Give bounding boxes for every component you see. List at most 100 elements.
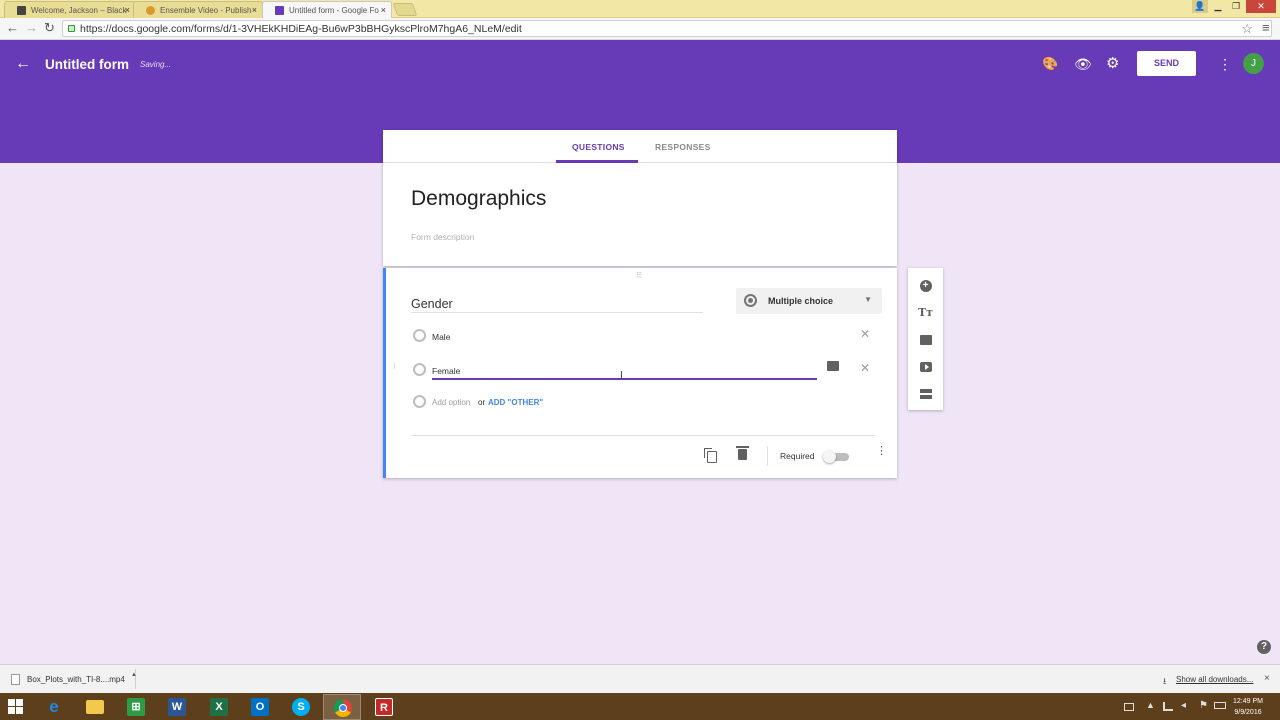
tab-responses[interactable]: RESPONSES	[655, 142, 711, 152]
network-icon[interactable]	[1163, 702, 1173, 711]
form-doc-title[interactable]: Untitled form	[45, 57, 129, 72]
back-icon[interactable]: ←	[6, 21, 19, 35]
taskbar-file-explorer[interactable]	[76, 694, 114, 720]
form-title-field[interactable]: Demographics	[411, 187, 546, 211]
browser-tab-strip: Welcome, Jackson – Black × Ensemble Vide…	[0, 0, 1280, 18]
option-radio-icon	[413, 395, 426, 408]
blackboard-favicon-icon	[17, 6, 26, 15]
browser-tab-ensemble[interactable]: Ensemble Video - Publish ×	[133, 1, 263, 18]
forward-icon[interactable]: →	[25, 21, 38, 35]
required-toggle-knob[interactable]	[823, 450, 836, 463]
remove-option-icon[interactable]: ✕	[860, 327, 870, 341]
option-drag-handle-icon[interactable]: ⁝	[393, 362, 396, 371]
close-tab-icon[interactable]: ×	[381, 5, 386, 15]
browser-toolbar: ← → ↻ https://docs.google.com/forms/d/1-…	[0, 18, 1280, 40]
bookmark-star-icon[interactable]: ☆	[1241, 21, 1253, 37]
option-input-female[interactable]: Female	[432, 366, 460, 376]
folder-icon	[86, 700, 104, 714]
close-window-button[interactable]: ✕	[1246, 0, 1276, 13]
back-arrow-icon[interactable]: ←	[15, 55, 31, 73]
add-section-button[interactable]	[908, 380, 943, 406]
question-card[interactable]: ⠿ Gender Multiple choice ▼ Male ✕ ⁝ Fema…	[383, 268, 897, 478]
option-input-male[interactable]: Male	[432, 332, 450, 342]
secure-lock-icon	[68, 25, 75, 32]
flag-icon[interactable]: ⚑	[1199, 700, 1208, 711]
download-menu-caret-icon[interactable]: ▲	[131, 672, 137, 678]
remove-option-icon[interactable]: ✕	[860, 361, 870, 375]
palette-icon[interactable]: 🎨	[1042, 56, 1058, 72]
tray-chevron-icon[interactable]: ▲	[1146, 700, 1155, 710]
side-toolbar: + Tт	[908, 268, 943, 410]
account-avatar[interactable]: J	[1243, 53, 1264, 74]
add-other-link[interactable]: ADD "OTHER"	[488, 398, 543, 407]
internet-explorer-icon: e	[49, 697, 59, 716]
taskbar-internet-explorer[interactable]: e	[35, 694, 73, 720]
close-tab-icon[interactable]: ×	[252, 5, 257, 15]
maximize-button[interactable]: ❐	[1229, 0, 1243, 13]
question-more-icon[interactable]: ⋮	[876, 446, 887, 457]
close-download-bar-icon[interactable]: ×	[1264, 673, 1270, 684]
address-bar[interactable]: https://docs.google.com/forms/d/1-3VHEkK…	[62, 20, 1272, 37]
question-type-dropdown[interactable]: Multiple choice ▼	[736, 288, 882, 314]
keyboard-icon[interactable]	[1124, 703, 1134, 711]
send-button[interactable]: SEND	[1137, 51, 1196, 76]
minimize-button[interactable]: ▁	[1211, 0, 1225, 13]
chrome-menu-icon[interactable]: ≡	[1262, 21, 1270, 35]
add-circle-icon: +	[919, 279, 932, 292]
question-type-label: Multiple choice	[768, 296, 834, 306]
drag-handle-icon[interactable]: ⠿	[636, 271, 643, 280]
recorder-icon: R	[375, 698, 393, 716]
download-file-name: Box_Plots_with_TI-8....mp4	[27, 675, 125, 684]
text-cursor-icon: I	[620, 370, 623, 381]
add-video-button[interactable]	[908, 353, 943, 379]
settings-gear-icon[interactable]: ⚙	[1106, 54, 1119, 72]
form-title-card: QUESTIONS RESPONSES Demographics Form de…	[383, 130, 897, 266]
browser-tab-google-forms[interactable]: Untitled form - Google Fo ×	[262, 1, 392, 18]
close-tab-icon[interactable]: ×	[125, 5, 130, 15]
show-all-downloads-link[interactable]: Show all downloads...	[1176, 675, 1253, 684]
question-title-input[interactable]: Gender	[411, 297, 453, 311]
radio-button-icon	[744, 294, 757, 307]
tab-questions[interactable]: QUESTIONS	[572, 142, 625, 152]
add-image-button[interactable]	[908, 326, 943, 352]
windows-start-icon[interactable]	[8, 699, 24, 715]
more-options-icon[interactable]: ⋮	[1218, 56, 1232, 73]
title-text-icon: Tт	[917, 306, 933, 319]
required-label: Required	[780, 451, 815, 461]
dropdown-caret-icon: ▼	[864, 295, 872, 304]
form-description-field[interactable]: Form description	[411, 232, 474, 242]
taskbar-skype[interactable]: S	[282, 694, 320, 720]
help-icon[interactable]: ?	[1257, 640, 1271, 654]
taskbar-store[interactable]: ⊞	[117, 694, 155, 720]
excel-icon: X	[210, 698, 228, 716]
taskbar-excel[interactable]: X	[200, 694, 238, 720]
preview-eye-icon[interactable]: 👁	[1074, 56, 1092, 73]
taskbar-recorder[interactable]: R	[365, 694, 403, 720]
question-footer-divider	[411, 435, 875, 436]
reload-icon[interactable]: ↻	[44, 21, 55, 35]
battery-icon[interactable]	[1214, 702, 1226, 709]
duplicate-icon[interactable]	[704, 448, 717, 463]
add-image-icon[interactable]	[827, 361, 839, 371]
google-forms-favicon-icon	[275, 6, 284, 15]
download-item[interactable]: Box_Plots_with_TI-8....mp4	[4, 669, 136, 689]
save-status: Saving...	[140, 60, 172, 69]
user-profile-icon[interactable]: 👤	[1192, 0, 1208, 13]
browser-tab-title: Ensemble Video - Publish	[160, 6, 252, 15]
taskbar-word[interactable]: W	[158, 694, 196, 720]
taskbar-outlook[interactable]: O	[241, 694, 279, 720]
volume-icon[interactable]: ◂	[1181, 700, 1186, 711]
add-question-button[interactable]: +	[908, 272, 943, 298]
browser-tab-blackboard[interactable]: Welcome, Jackson – Black ×	[4, 1, 136, 18]
add-title-button[interactable]: Tт	[908, 299, 943, 325]
option-radio-icon	[413, 363, 426, 376]
taskbar-chrome[interactable]	[323, 694, 361, 720]
video-icon	[919, 361, 932, 372]
form-tabs: QUESTIONS RESPONSES	[383, 130, 897, 163]
chrome-icon	[334, 699, 352, 717]
delete-icon[interactable]	[736, 446, 749, 460]
new-tab-button[interactable]	[392, 3, 418, 16]
add-option-link[interactable]: Add option	[432, 398, 470, 407]
taskbar-clock[interactable]: 12:49 PM 9/9/2016	[1233, 696, 1263, 718]
address-url: https://docs.google.com/forms/d/1-3VHEkK…	[80, 23, 522, 35]
